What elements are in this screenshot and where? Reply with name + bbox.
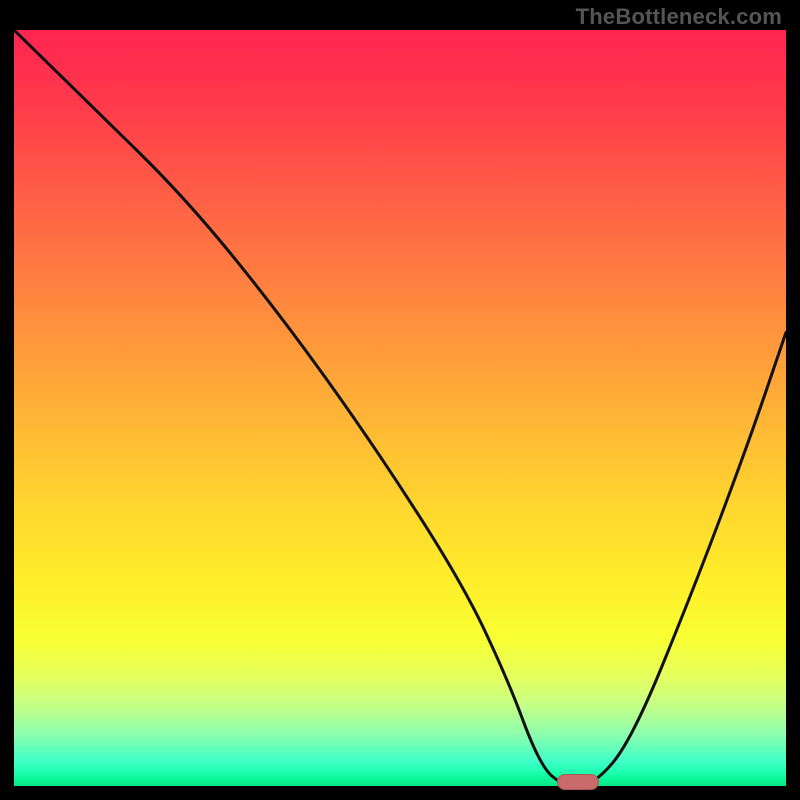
optimal-marker (557, 774, 599, 790)
plot-area (14, 30, 786, 786)
green-bottom-band (14, 762, 786, 786)
watermark-text: TheBottleneck.com (576, 4, 782, 30)
gradient-background (14, 30, 786, 762)
chart-frame: TheBottleneck.com (0, 0, 800, 800)
